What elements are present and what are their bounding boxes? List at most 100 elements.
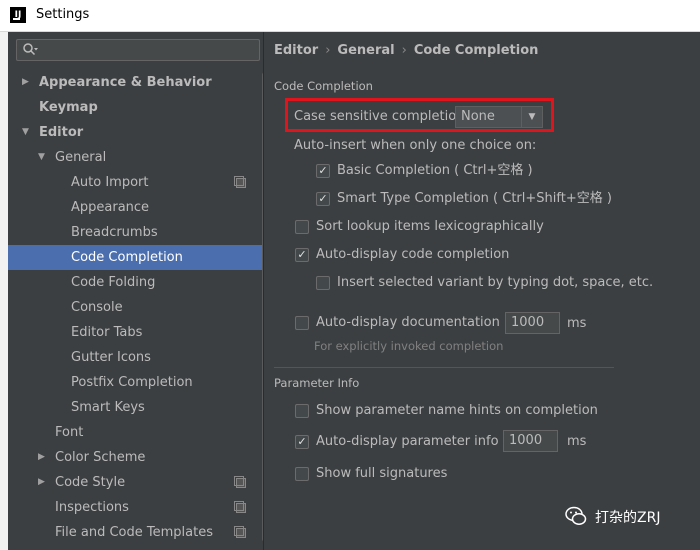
project-scope-icon bbox=[234, 476, 246, 488]
tree-item-code-folding[interactable]: Code Folding bbox=[8, 270, 262, 295]
tree-item-label: Auto Import bbox=[71, 175, 149, 190]
wechat-icon bbox=[565, 506, 587, 525]
dropdown-arrow-icon: ▼ bbox=[521, 107, 542, 127]
settings-sidebar: ▶ Appearance & Behavior Keymap ▼ Editor ▼ Gene… bbox=[8, 32, 268, 550]
show-name-hints-checkbox[interactable] bbox=[295, 404, 309, 418]
tree-item-code-style[interactable]: ▶ Code Style bbox=[8, 470, 262, 495]
smart-type-completion-option[interactable]: ✓ Smart Type Completion ( Ctrl+Shift+空格 … bbox=[316, 189, 656, 209]
sort-lexicographically-label: Sort lookup items lexicographically bbox=[316, 219, 544, 234]
tree-item-label: File and Code Templates bbox=[55, 525, 213, 540]
tree-item-appearance-behavior[interactable]: ▶ Appearance & Behavior bbox=[8, 70, 262, 95]
basic-completion-checkbox[interactable]: ✓ bbox=[316, 164, 330, 178]
tree-item-label: Postfix Completion bbox=[71, 375, 193, 390]
tree-item-inspections[interactable]: Inspections bbox=[8, 495, 262, 520]
tree-item-label: Code Style bbox=[55, 475, 126, 490]
watermark-text: 打杂的ZRJ bbox=[595, 510, 661, 526]
show-name-hints-label: Show parameter name hints on completion bbox=[316, 403, 598, 418]
tree-item-auto-import[interactable]: Auto Import bbox=[8, 170, 262, 195]
section-divider bbox=[274, 367, 614, 368]
show-name-hints-option[interactable]: Show parameter name hints on completion bbox=[295, 401, 598, 421]
auto-display-param-info-option[interactable]: ✓ Auto-display parameter info in bbox=[295, 432, 515, 452]
window-title: Settings bbox=[36, 7, 90, 22]
insert-selected-variant-label: Insert selected variant by typing dot, s… bbox=[337, 275, 654, 290]
insert-selected-variant-option[interactable]: Insert selected variant by typing dot, s… bbox=[316, 273, 676, 293]
basic-completion-option[interactable]: ✓ Basic Completion ( Ctrl+空格 ) bbox=[316, 161, 636, 181]
breadcrumb-item-editor[interactable]: Editor bbox=[274, 43, 318, 58]
show-full-signatures-label: Show full signatures bbox=[316, 466, 448, 481]
auto-display-documentation-option[interactable]: Auto-display documentation in bbox=[295, 313, 516, 333]
expand-right-icon[interactable]: ▶ bbox=[22, 70, 29, 95]
tree-item-code-completion[interactable]: Code Completion bbox=[8, 245, 262, 270]
auto-display-param-info-label: Auto-display parameter info in bbox=[316, 434, 515, 449]
smart-type-completion-checkbox[interactable]: ✓ bbox=[316, 192, 330, 206]
case-sensitive-select[interactable]: None ▼ bbox=[455, 106, 543, 128]
param-info-delay-unit: ms bbox=[567, 434, 587, 449]
background-window-edge bbox=[0, 32, 8, 550]
tree-item-general[interactable]: ▼ General bbox=[8, 145, 262, 170]
project-scope-icon bbox=[234, 526, 246, 538]
auto-display-param-info-checkbox[interactable]: ✓ bbox=[295, 435, 309, 449]
tree-item-font[interactable]: Font bbox=[8, 420, 262, 445]
insert-selected-variant-checkbox[interactable] bbox=[316, 276, 330, 290]
tree-item-label: Editor Tabs bbox=[71, 325, 143, 340]
sort-lexicographically-checkbox[interactable] bbox=[295, 220, 309, 234]
expand-down-icon[interactable]: ▼ bbox=[38, 145, 45, 170]
tree-item-editor-tabs[interactable]: Editor Tabs bbox=[8, 320, 262, 345]
tree-item-label: Smart Keys bbox=[71, 400, 145, 415]
documentation-delay-unit: ms bbox=[567, 316, 587, 331]
case-sensitive-value: None bbox=[461, 109, 495, 124]
case-sensitive-label: Case sensitive completion: bbox=[294, 109, 469, 124]
tree-item-postfix-completion[interactable]: Postfix Completion bbox=[8, 370, 262, 395]
tree-item-smart-keys[interactable]: Smart Keys bbox=[8, 395, 262, 420]
search-icon bbox=[23, 43, 38, 56]
chevron-right-icon: › bbox=[401, 43, 407, 58]
expand-right-icon[interactable]: ▶ bbox=[38, 470, 45, 495]
basic-completion-label: Basic Completion ( Ctrl+空格 ) bbox=[337, 163, 533, 178]
explicit-completion-hint: For explicitly invoked completion bbox=[314, 339, 504, 353]
tree-item-file-and-code-templates[interactable]: File and Code Templates bbox=[8, 520, 262, 545]
expand-right-icon[interactable]: ▶ bbox=[38, 445, 45, 470]
auto-display-documentation-checkbox[interactable] bbox=[295, 316, 309, 330]
tree-item-label: Color Scheme bbox=[55, 450, 146, 465]
show-full-signatures-option[interactable]: Show full signatures bbox=[295, 464, 515, 484]
tree-item-label: Console bbox=[71, 300, 123, 315]
tree-item-label: Keymap bbox=[39, 100, 98, 115]
chevron-right-icon: › bbox=[325, 43, 331, 58]
tree-item-label: Code Completion bbox=[71, 250, 183, 265]
breadcrumb: Editor › General › Code Completion bbox=[274, 43, 538, 58]
smart-type-completion-label: Smart Type Completion ( Ctrl+Shift+空格 ) bbox=[337, 191, 612, 206]
tree-item-label: Inspections bbox=[55, 500, 129, 515]
auto-display-completion-label: Auto-display code completion bbox=[316, 247, 510, 262]
tree-item-label: Code Folding bbox=[71, 275, 156, 290]
settings-content: Editor › General › Code Completion Code Comp… bbox=[263, 32, 700, 550]
tree-item-label: Appearance bbox=[71, 200, 150, 215]
auto-display-completion-option[interactable]: ✓ Auto-display code completion bbox=[295, 245, 595, 265]
tree-item-keymap[interactable]: Keymap bbox=[8, 95, 262, 120]
auto-insert-label: Auto-insert when only one choice on: bbox=[294, 138, 537, 153]
tree-item-label: Breadcrumbs bbox=[71, 225, 158, 240]
title-bar: IJ Settings bbox=[0, 0, 700, 32]
auto-display-documentation-label: Auto-display documentation in bbox=[316, 315, 516, 330]
tree-item-gutter-icons[interactable]: Gutter Icons bbox=[8, 345, 262, 370]
breadcrumb-item-code-completion: Code Completion bbox=[413, 43, 539, 58]
intellij-app-icon: IJ bbox=[10, 7, 26, 23]
section-title-parameter-info: Parameter Info bbox=[274, 376, 360, 390]
tree-item-color-scheme[interactable]: ▶ Color Scheme bbox=[8, 445, 262, 470]
search-input[interactable] bbox=[16, 39, 260, 61]
param-info-delay-input[interactable]: 1000 bbox=[503, 430, 558, 452]
tree-item-console[interactable]: Console bbox=[8, 295, 262, 320]
tree-item-editor[interactable]: ▼ Editor bbox=[8, 120, 262, 145]
sort-lexicographically-option[interactable]: Sort lookup items lexicographically bbox=[295, 217, 595, 237]
project-scope-icon bbox=[234, 176, 246, 188]
tree-item-label: Editor bbox=[39, 125, 84, 140]
documentation-delay-input[interactable]: 1000 bbox=[505, 312, 560, 334]
expand-down-icon[interactable]: ▼ bbox=[22, 120, 29, 145]
project-scope-icon bbox=[234, 501, 246, 513]
tree-item-breadcrumbs[interactable]: Breadcrumbs bbox=[8, 220, 262, 245]
section-title-code-completion: Code Completion bbox=[274, 79, 373, 93]
tree-item-label: Appearance & Behavior bbox=[39, 75, 212, 90]
auto-display-completion-checkbox[interactable]: ✓ bbox=[295, 248, 309, 262]
tree-item-appearance[interactable]: Appearance bbox=[8, 195, 262, 220]
breadcrumb-item-general[interactable]: General bbox=[337, 43, 394, 58]
show-full-signatures-checkbox[interactable] bbox=[295, 467, 309, 481]
